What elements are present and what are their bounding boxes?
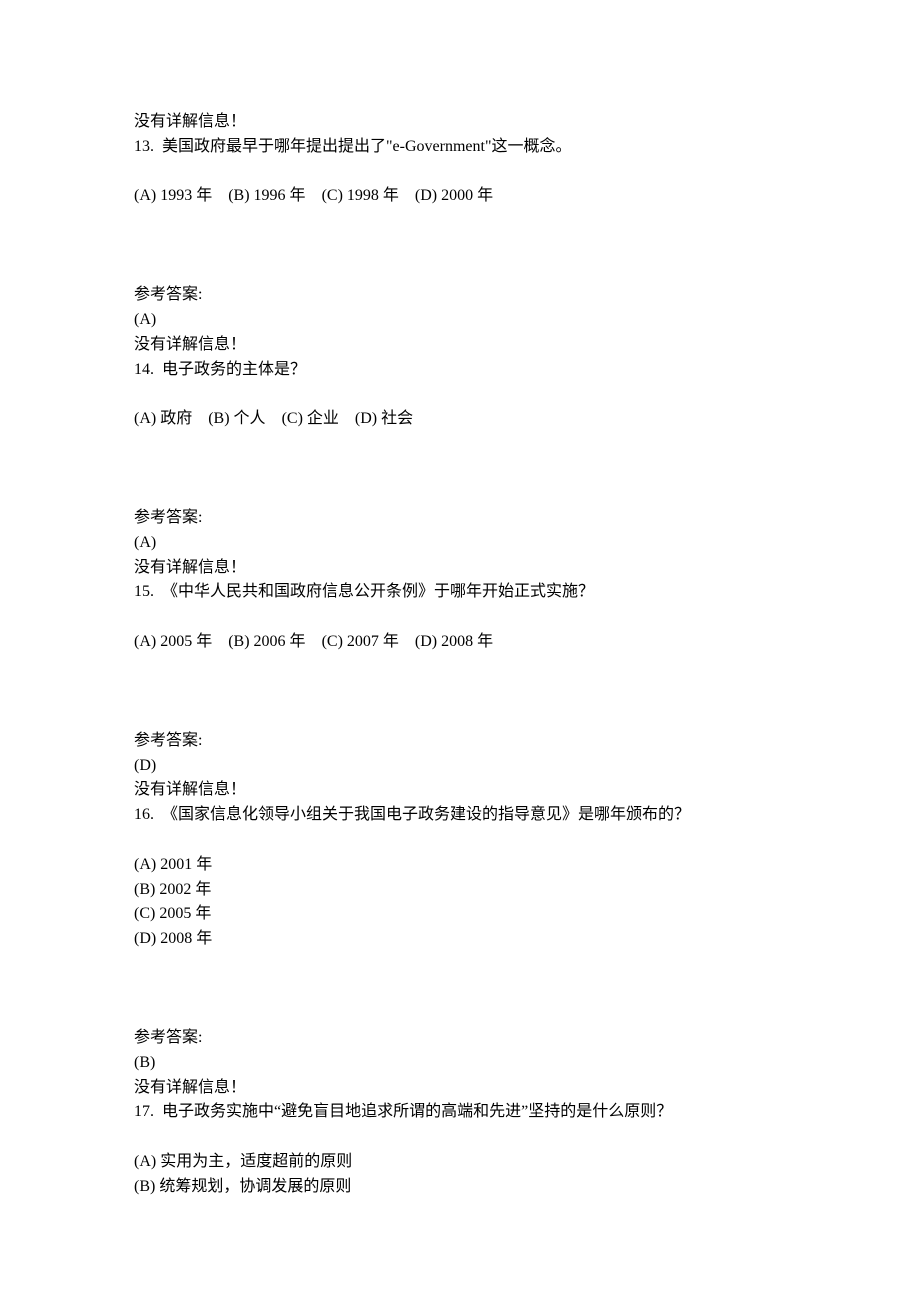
blank-line (134, 605, 786, 630)
q13-number: 13. (134, 138, 154, 155)
q14-question: 电子政务的主体是？ (162, 361, 306, 378)
q15-question-line: 15. 《中华人民共和国政府信息公开条例》于哪年开始正式实施？ (134, 580, 786, 605)
q14-number: 14. (134, 361, 154, 378)
q14-answer: (A) (134, 531, 786, 556)
q17-question: 电子政务实施中“避免盲目地追求所谓的高端和先进”坚持的是什么原则？ (162, 1103, 672, 1120)
q12-no-detail: 没有详解信息！ (134, 110, 786, 135)
q14-option-d: (D) 社会 (355, 410, 413, 427)
q14-option-b: (B) 个人 (208, 410, 265, 427)
q13-option-a: (A) 1993 年 (134, 187, 212, 204)
q16-question: 《国家信息化领导小组关于我国电子政务建设的指导意见》是哪年颁布的？ (162, 806, 690, 823)
q15-options: (A) 2005 年 (B) 2006 年 (C) 2007 年 (D) 2008 年 (134, 630, 786, 655)
q13-no-detail: 没有详解信息！ (134, 333, 786, 358)
q16-option-b: (B) 2002 年 (134, 878, 786, 903)
q13-question: 美国政府最早于哪年提出提出了"e-Government"这一概念。 (162, 138, 571, 155)
q15-no-detail: 没有详解信息！ (134, 778, 786, 803)
q14-option-a: (A) 政府 (134, 410, 192, 427)
q15-option-c: (C) 2007 年 (322, 633, 399, 650)
q13-question-line: 13. 美国政府最早于哪年提出提出了"e-Government"这一概念。 (134, 135, 786, 160)
q16-answer-label: 参考答案: (134, 1026, 786, 1051)
q13-answer: (A) (134, 308, 786, 333)
q14-options: (A) 政府 (B) 个人 (C) 企业 (D) 社会 (134, 407, 786, 432)
spacer (134, 209, 786, 283)
q15-number: 15. (134, 583, 154, 600)
q14-question-line: 14. 电子政务的主体是？ (134, 358, 786, 383)
q13-answer-label: 参考答案: (134, 283, 786, 308)
q13-option-b: (B) 1996 年 (228, 187, 305, 204)
spacer (134, 655, 786, 729)
q15-question: 《中华人民共和国政府信息公开条例》于哪年开始正式实施？ (162, 583, 594, 600)
q13-options: (A) 1993 年 (B) 1996 年 (C) 1998 年 (D) 2000 年 (134, 184, 786, 209)
q14-option-c: (C) 企业 (282, 410, 339, 427)
q14-answer-label: 参考答案: (134, 506, 786, 531)
spacer (134, 952, 786, 1026)
q17-option-b: (B) 统筹规划，协调发展的原则 (134, 1175, 786, 1200)
q17-option-a: (A) 实用为主，适度超前的原则 (134, 1150, 786, 1175)
spacer (134, 432, 786, 506)
q15-option-a: (A) 2005 年 (134, 633, 212, 650)
q16-no-detail: 没有详解信息！ (134, 1076, 786, 1101)
q16-answer: (B) (134, 1051, 786, 1076)
blank-line (134, 1125, 786, 1150)
blank-line (134, 160, 786, 185)
blank-line (134, 382, 786, 407)
q13-option-d: (D) 2000 年 (415, 187, 493, 204)
q15-option-b: (B) 2006 年 (228, 633, 305, 650)
q13-option-c: (C) 1998 年 (322, 187, 399, 204)
q16-option-c: (C) 2005 年 (134, 902, 786, 927)
q17-number: 17. (134, 1103, 154, 1120)
q17-question-line: 17. 电子政务实施中“避免盲目地追求所谓的高端和先进”坚持的是什么原则？ (134, 1100, 786, 1125)
q15-option-d: (D) 2008 年 (415, 633, 493, 650)
q16-number: 16. (134, 806, 154, 823)
q14-no-detail: 没有详解信息！ (134, 556, 786, 581)
q16-question-line: 16. 《国家信息化领导小组关于我国电子政务建设的指导意见》是哪年颁布的？ (134, 803, 786, 828)
q16-option-a: (A) 2001 年 (134, 853, 786, 878)
q15-answer-label: 参考答案: (134, 729, 786, 754)
blank-line (134, 828, 786, 853)
q16-option-d: (D) 2008 年 (134, 927, 786, 952)
q15-answer: (D) (134, 754, 786, 779)
